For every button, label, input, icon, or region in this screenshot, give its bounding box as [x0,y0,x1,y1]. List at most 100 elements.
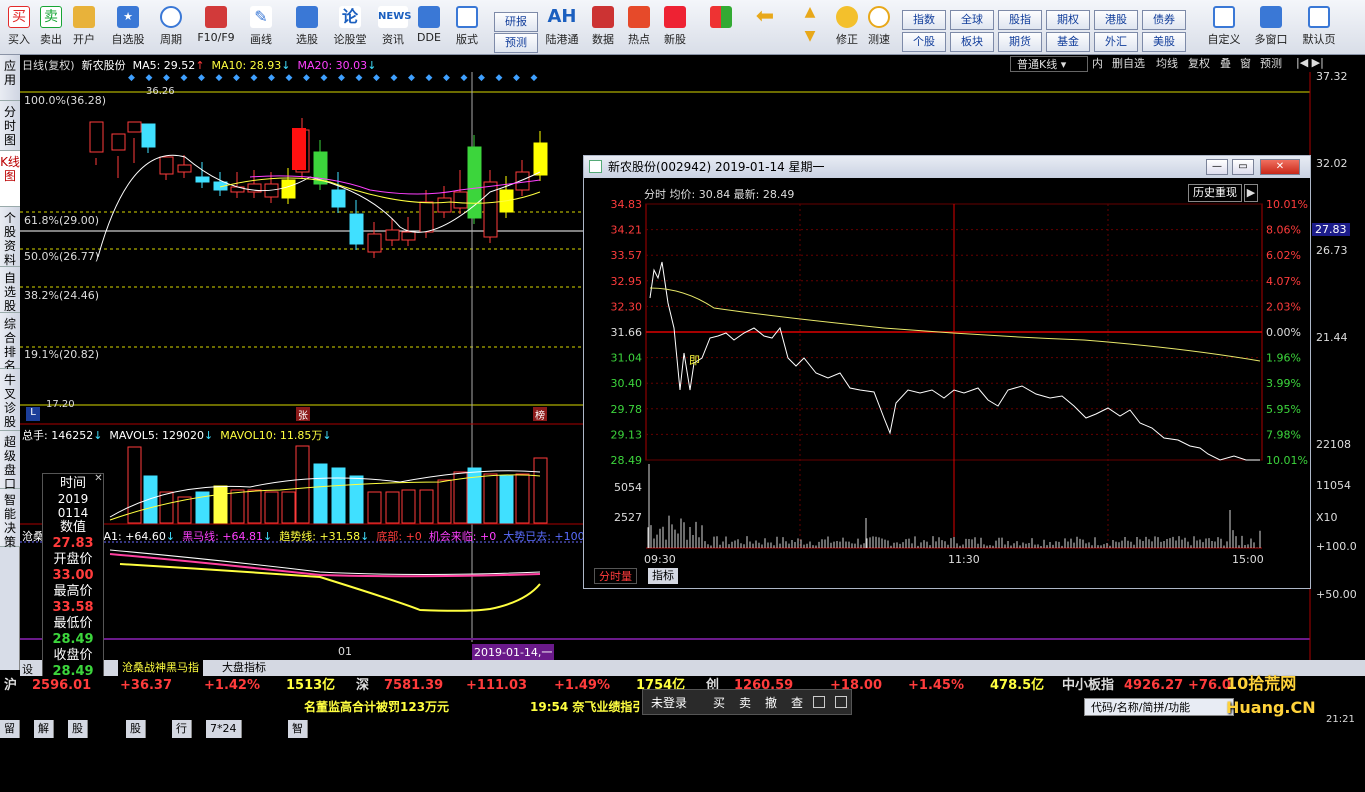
home-button[interactable]: 默认页 [1298,4,1340,54]
quick-外汇[interactable]: 外汇 [1094,32,1138,52]
fib-382: 38.2%(24.46) [24,289,100,302]
indicator-tab-main[interactable]: 沧桑战神黑马指 [118,660,203,676]
signal-diamond: ◆ [461,73,468,83]
status-tab-2[interactable]: 股市日记 [68,720,88,789]
layout-button[interactable]: 版式 [450,4,484,54]
forum-button[interactable]: 论 论股堂 [330,4,370,54]
nav-tab-8[interactable]: 智能决策 [0,489,20,549]
nav-tab-6[interactable]: 牛叉诊股 [0,369,20,431]
indicator-a1: A1: +64.60 [103,530,166,543]
l-tag[interactable]: L [26,407,40,421]
nav-tab-1[interactable]: 分时图 [0,101,20,151]
kline-control-5[interactable]: 叠 [1220,56,1231,72]
watchlist-button[interactable]: ★ 自选股 [106,4,150,54]
settings-tab[interactable]: 设 [22,661,33,677]
color-grid-button[interactable] [706,4,736,54]
scroll-down-button[interactable]: ▼ [798,28,822,50]
ah-button[interactable]: AH 陆港通 [540,4,584,54]
copy-icon[interactable] [835,696,847,708]
kline-control-6[interactable]: 窗 [1240,56,1251,72]
multi-window-button[interactable]: 多窗口 [1250,4,1292,54]
custom-button[interactable]: 自定义 [1204,4,1244,54]
window-icon[interactable] [813,696,825,708]
info-value: 27.83 [52,536,94,551]
speed-test-button[interactable]: 测速 [864,4,894,54]
popup-tab-volume[interactable]: 分时量 [594,568,637,584]
news-ticker-2[interactable]: 19:54 奈飞业绩指引 [530,698,640,716]
popup-close-button[interactable]: ✕ [1260,159,1300,175]
float-menu-4[interactable]: 查 [791,694,803,711]
forecast-button[interactable]: 预测 [494,33,538,53]
quick-指数[interactable]: 指数 [902,10,946,30]
fix-icon [836,6,858,28]
indicator-tab-market[interactable]: 大盘指标 [218,660,270,676]
kline-control-0[interactable]: 普通K线 ▾ [1010,56,1088,72]
nav-tab-3[interactable]: 个股资料 [0,207,20,267]
dde-button[interactable]: DDE [414,4,444,54]
buy-button[interactable]: 买 买入 [4,4,34,54]
period-button[interactable]: 周期 [152,4,190,54]
popup-tab-indicator[interactable]: 指标 [648,568,678,584]
back-button[interactable]: ⬅ [748,4,782,54]
minimize-button[interactable]: — [1206,159,1228,175]
intraday-ylabel-right-9: 7.98% [1266,428,1301,441]
kline-control-3[interactable]: 均线 [1156,56,1178,72]
quick-全球[interactable]: 全球 [950,10,994,30]
code-search-input[interactable]: 代码/名称/简拼/功能 [1084,698,1234,716]
info-time-date: 0114 [57,506,89,520]
quick-美股[interactable]: 美股 [1142,32,1186,52]
fix-button[interactable]: 修正 [832,4,862,54]
data-button[interactable]: 数据 [588,4,618,54]
kline-nav-arrows[interactable]: |◀ ▶| [1296,56,1324,69]
nav-tab-0[interactable]: 应用 [0,55,20,101]
status-tab-5[interactable]: 7*24小时 [206,720,242,753]
research-button[interactable]: 研报 [494,12,538,32]
float-menu-3[interactable]: 撤 [765,694,777,711]
fib-50: 50.0%(26.77) [24,250,100,263]
float-menu-2[interactable]: 卖 [739,694,751,711]
home-icon [1308,6,1330,28]
nav-tab-7[interactable]: 超级盘口 [0,431,20,491]
f10-button[interactable]: F10/F9 [194,4,238,54]
quick-期货[interactable]: 期货 [998,32,1042,52]
popup-titlebar[interactable]: 新农股份(002942) 2019-01-14 星期一 [584,156,1310,178]
status-tab-0[interactable]: 留言 [0,720,20,753]
close-icon[interactable]: ✕ [93,473,104,484]
status-tab-4[interactable]: 行情 [172,720,192,753]
kline-control-2[interactable]: 删自选 [1112,56,1145,72]
kline-control-4[interactable]: 复权 [1188,56,1210,72]
dragon-tiger-tag[interactable]: 榜 [533,407,547,422]
nav-tab-5[interactable]: 综合排名 [0,313,20,373]
quick-个股[interactable]: 个股 [902,32,946,52]
candle-body-11 [281,179,296,199]
open-account-button[interactable]: 开户 [68,4,100,54]
candle-body-14 [331,189,346,208]
new-stock-button[interactable]: 新股 [660,4,690,54]
quick-板块[interactable]: 板块 [950,32,994,52]
quick-股指[interactable]: 股指 [998,10,1042,30]
stock-picker-button[interactable]: 选股 [290,4,324,54]
quick-港股[interactable]: 港股 [1094,10,1138,30]
hot-button[interactable]: 热点 [624,4,654,54]
status-tab-1[interactable]: 解盘 [34,720,54,753]
float-menu-0[interactable]: 未登录 [651,694,687,711]
quick-债券[interactable]: 债券 [1142,10,1186,30]
nav-tab-4[interactable]: 自选股 [0,267,20,313]
kline-control-1[interactable]: 内 [1092,56,1103,72]
nav-tab-2[interactable]: K线图 [0,151,20,207]
status-tab-6[interactable]: 智能助手 [288,720,308,789]
maximize-button[interactable]: ▭ [1232,159,1254,175]
limit-up-tag[interactable]: 张 [296,407,310,422]
price-label-top: 37.32 [1316,70,1348,83]
mavol5-value: MAVOL5: 129020 [109,429,205,442]
vol-unit: X10 [1316,511,1338,524]
news-button[interactable]: NEWS 资讯 [376,4,411,54]
fib-618: 61.8%(29.00) [24,214,100,227]
quick-基金[interactable]: 基金 [1046,32,1090,52]
sell-button[interactable]: 卖 卖出 [36,4,66,54]
kline-control-7[interactable]: 预测 [1260,56,1282,72]
draw-line-button[interactable]: ✎ 画线 [244,4,278,54]
quick-期权[interactable]: 期权 [1046,10,1090,30]
status-tab-3[interactable]: 股灵通 [126,720,146,771]
float-menu-1[interactable]: 买 [713,694,725,711]
